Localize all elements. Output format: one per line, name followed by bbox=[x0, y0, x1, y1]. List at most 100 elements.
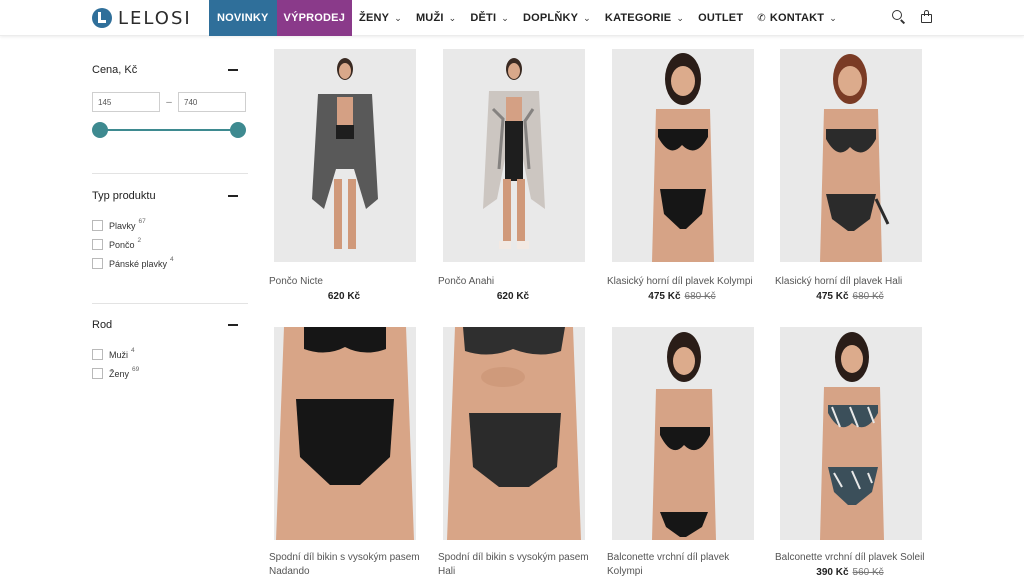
price-filter-header[interactable]: Cena, Kč bbox=[92, 64, 248, 76]
filter-option-panske-plavky[interactable]: Pánské plavky 4 bbox=[92, 254, 248, 273]
product-name-line2[interactable]: Nadando bbox=[269, 565, 434, 578]
nav-item-outlet[interactable]: OUTLET bbox=[691, 0, 750, 36]
price-current: 620 Kč bbox=[327, 291, 361, 302]
phone-icon: ✆ bbox=[757, 12, 766, 24]
nav-label: MUŽI bbox=[415, 12, 444, 24]
product-name[interactable]: Klasický horní díl plavek Hali bbox=[775, 275, 940, 288]
option-label: Plavky bbox=[109, 220, 136, 231]
product-photo[interactable] bbox=[612, 49, 754, 262]
product-price: 620 Kč bbox=[269, 291, 419, 302]
product-photo[interactable] bbox=[780, 327, 922, 540]
nav-item-kontakt[interactable]: ✆ KONTAKT ⌄ bbox=[750, 0, 844, 36]
product-photo[interactable] bbox=[612, 327, 754, 540]
collapse-icon[interactable] bbox=[228, 195, 238, 197]
slider-min-handle[interactable] bbox=[92, 122, 108, 138]
product-photo[interactable] bbox=[274, 327, 416, 540]
site-logo[interactable]: LELOSI bbox=[92, 6, 192, 30]
site-header: LELOSI NOVINKY VÝPRODEJ ŽENY ⌄ MUŽI ⌄ DĚ… bbox=[0, 0, 1024, 36]
main-nav: NOVINKY VÝPRODEJ ŽENY ⌄ MUŽI ⌄ DĚTI ⌄ DO… bbox=[209, 0, 844, 36]
gender-options: Muži 4 Ženy 69 bbox=[92, 345, 248, 383]
product-type-filter: Typ produktu Plavky 67 Pončo 2 Pánské pl… bbox=[92, 174, 248, 304]
nav-label: OUTLET bbox=[698, 12, 744, 24]
product-name[interactable]: Balconette vrchní díl plavek Soleil bbox=[775, 551, 940, 564]
nav-label: KATEGORIE bbox=[604, 12, 672, 24]
product-price: 620 Kč bbox=[438, 291, 588, 302]
collapse-icon[interactable] bbox=[228, 324, 238, 326]
chevron-down-icon: ⌄ bbox=[448, 12, 457, 23]
product-type-options: Plavky 67 Pončo 2 Pánské plavky 4 bbox=[92, 216, 248, 273]
product-photo[interactable] bbox=[443, 49, 585, 262]
option-count: 2 bbox=[137, 237, 142, 244]
product-photo[interactable] bbox=[443, 327, 585, 540]
price-current: 620 Kč bbox=[496, 291, 530, 302]
price-filter: Cena, Kč – bbox=[92, 36, 248, 174]
nav-label: ŽENY bbox=[359, 12, 390, 24]
filter-option-plavky[interactable]: Plavky 67 bbox=[92, 216, 248, 235]
option-label: Pončo bbox=[109, 239, 135, 250]
nav-item-kategorie[interactable]: KATEGORIE ⌄ bbox=[598, 0, 691, 36]
product-name[interactable]: Klasický horní díl plavek Kolympi bbox=[607, 275, 772, 288]
checkbox[interactable] bbox=[92, 258, 103, 269]
option-count: 67 bbox=[138, 218, 146, 225]
gender-filter: Rod Muži 4 Ženy 69 bbox=[92, 304, 248, 383]
filter-option-zeny[interactable]: Ženy 69 bbox=[92, 364, 248, 383]
checkbox[interactable] bbox=[92, 368, 103, 379]
chevron-down-icon: ⌄ bbox=[583, 12, 591, 23]
checkbox[interactable] bbox=[92, 220, 103, 231]
product-photo[interactable] bbox=[780, 49, 922, 262]
chevron-down-icon: ⌄ bbox=[394, 12, 402, 23]
price-old: 680 Kč bbox=[852, 291, 884, 302]
product-name-line2[interactable]: Kolympi bbox=[607, 565, 772, 578]
price-max-input[interactable] bbox=[178, 92, 246, 112]
filter-option-muzi[interactable]: Muži 4 bbox=[92, 345, 248, 364]
filter-title: Rod bbox=[92, 319, 113, 331]
nav-label: DOPLŇKY bbox=[522, 12, 579, 24]
nav-item-doplnky[interactable]: DOPLŇKY ⌄ bbox=[516, 0, 598, 36]
nav-item-novinky[interactable]: NOVINKY bbox=[209, 0, 277, 36]
logo-text: LELOSI bbox=[118, 7, 192, 29]
slider-track bbox=[100, 129, 238, 131]
nav-item-vyprodej[interactable]: VÝPRODEJ bbox=[276, 0, 353, 36]
price-current: 475 Kč bbox=[648, 291, 681, 302]
filter-option-ponco[interactable]: Pončo 2 bbox=[92, 235, 248, 254]
product-photo[interactable] bbox=[274, 49, 416, 262]
checkbox[interactable] bbox=[92, 239, 103, 250]
chevron-down-icon: ⌄ bbox=[829, 12, 837, 23]
product-name[interactable]: Spodní díl bikin s vysokým pasem bbox=[438, 551, 603, 564]
price-slider[interactable] bbox=[92, 122, 246, 138]
product-price: 475 Kč 680 Kč bbox=[775, 291, 925, 302]
chevron-down-icon: ⌄ bbox=[676, 12, 685, 23]
product-name[interactable]: Spodní díl bikin s vysokým pasem bbox=[269, 551, 434, 564]
nav-item-deti[interactable]: DĚTI ⌄ bbox=[463, 0, 516, 36]
product-price: 390 Kč 560 Kč bbox=[775, 567, 925, 578]
price-range-inputs: – bbox=[92, 92, 248, 112]
nav-item-zeny[interactable]: ŽENY ⌄ bbox=[352, 0, 409, 36]
price-old: 680 Kč bbox=[684, 291, 716, 302]
product-name-line2[interactable]: Hali bbox=[438, 565, 603, 578]
gender-filter-header[interactable]: Rod bbox=[92, 319, 248, 331]
product-type-filter-header[interactable]: Typ produktu bbox=[92, 190, 248, 202]
option-count: 4 bbox=[170, 256, 174, 263]
filter-sidebar: Cena, Kč – Typ produktu Plavky 67 bbox=[92, 36, 248, 383]
cart-icon[interactable] bbox=[920, 10, 934, 24]
product-name[interactable]: Pončo Nicte bbox=[269, 275, 434, 288]
product-name[interactable]: Pončo Anahi bbox=[438, 275, 603, 288]
filter-title: Typ produktu bbox=[92, 190, 156, 202]
nav-label: DĚTI bbox=[470, 12, 497, 24]
product-name[interactable]: Balconette vrchní díl plavek bbox=[607, 551, 772, 564]
option-label: Pánské plavky bbox=[109, 258, 168, 269]
collapse-icon[interactable] bbox=[228, 69, 238, 71]
search-icon[interactable] bbox=[892, 10, 906, 24]
slider-max-handle[interactable] bbox=[230, 122, 246, 138]
chevron-down-icon: ⌄ bbox=[501, 12, 509, 23]
checkbox[interactable] bbox=[92, 349, 103, 360]
nav-item-muzi[interactable]: MUŽI ⌄ bbox=[409, 0, 463, 36]
header-actions bbox=[892, 10, 934, 24]
price-min-input[interactable] bbox=[92, 92, 160, 112]
price-current: 475 Kč bbox=[816, 291, 849, 302]
product-price: 475 Kč 680 Kč bbox=[607, 291, 757, 302]
price-current: 390 Kč bbox=[816, 567, 849, 578]
option-count: 4 bbox=[131, 347, 135, 354]
option-label: Muži bbox=[109, 349, 129, 360]
nav-label: NOVINKY bbox=[217, 12, 269, 24]
